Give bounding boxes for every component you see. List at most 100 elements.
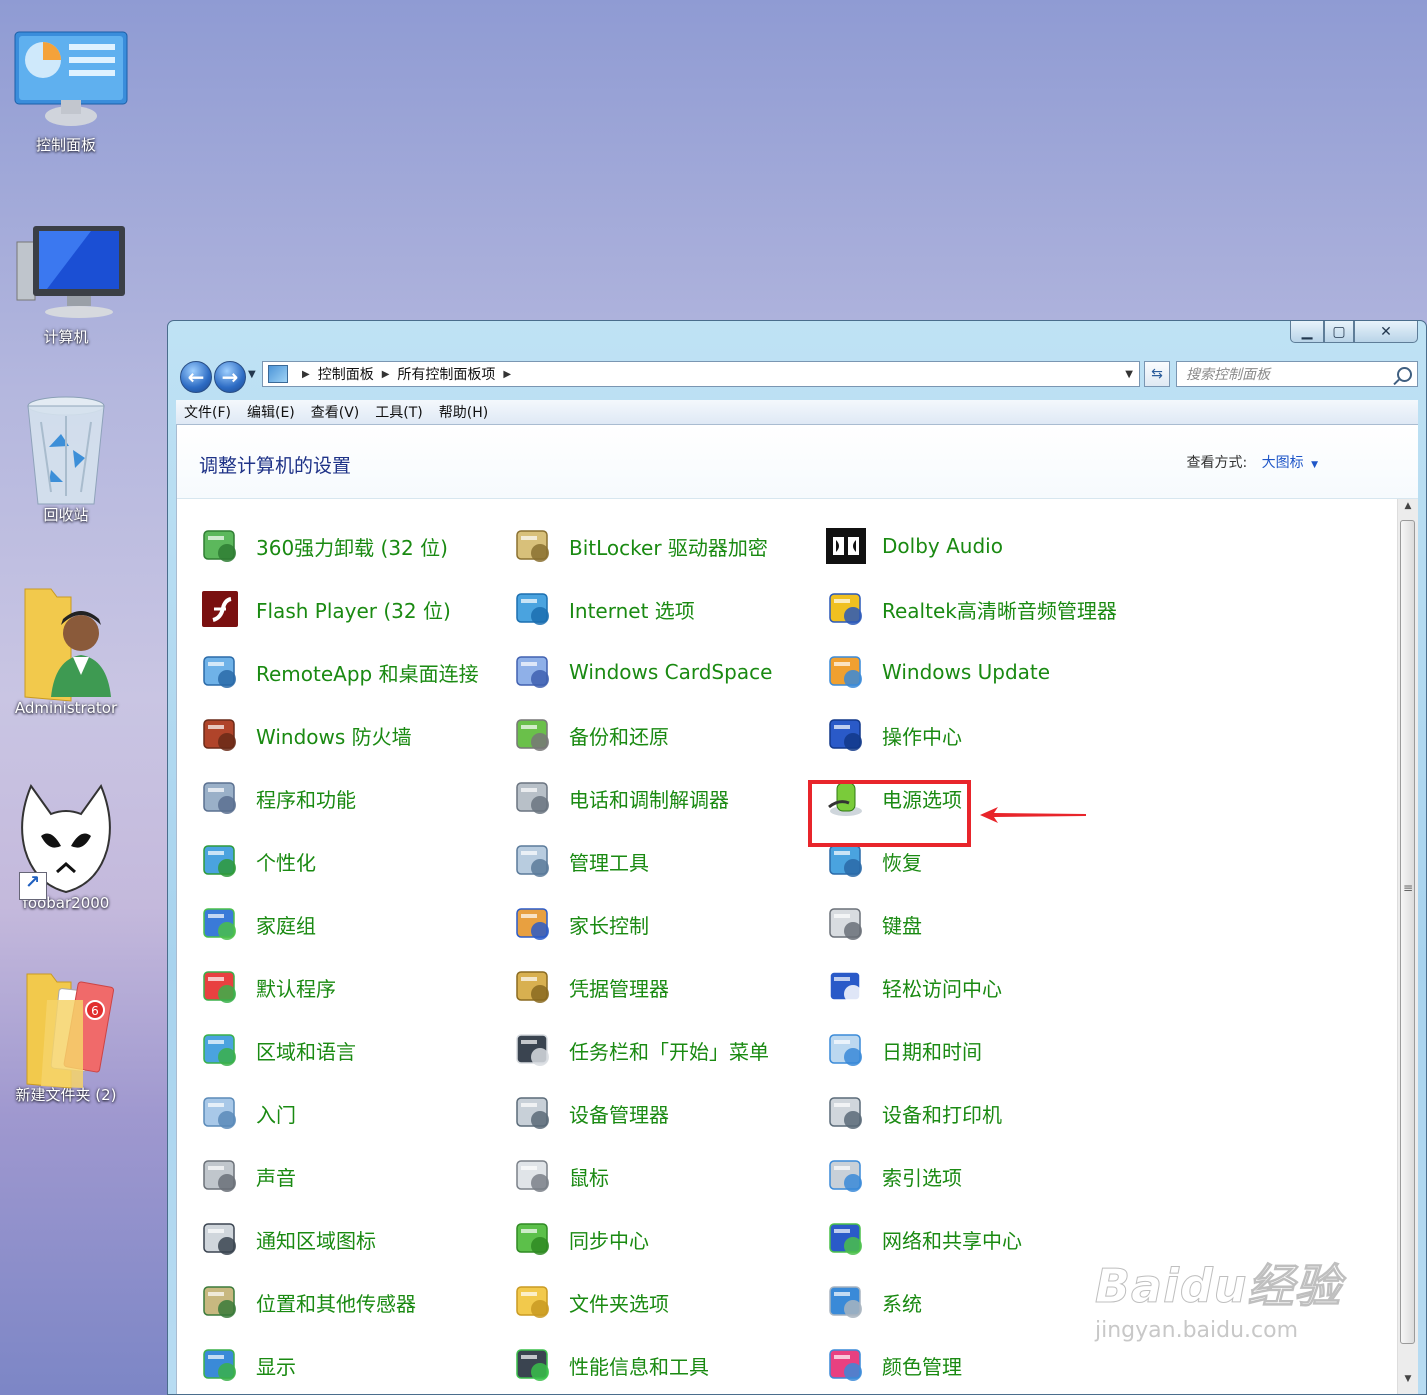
breadcrumb-all-items[interactable]: 所有控制面板项 bbox=[397, 364, 495, 384]
vertical-scrollbar[interactable]: ▲ ▼ bbox=[1397, 499, 1418, 1394]
control-panel-item[interactable]: Windows Update bbox=[825, 651, 1050, 693]
control-panel-item[interactable]: Realtek高清晰音频管理器 bbox=[825, 588, 1117, 630]
control-panel-item[interactable]: 个性化 bbox=[199, 840, 316, 882]
item-label[interactable]: 区域和语言 bbox=[256, 1036, 356, 1065]
control-panel-item[interactable]: 鼠标 bbox=[512, 1155, 609, 1197]
desktop-icon-administrator[interactable]: Administrator bbox=[0, 585, 132, 717]
back-button[interactable]: ← bbox=[180, 361, 212, 393]
control-panel-item[interactable]: 键盘 bbox=[825, 903, 922, 945]
item-label[interactable]: 管理工具 bbox=[569, 847, 649, 876]
menu-file[interactable]: 文件(F) bbox=[176, 402, 239, 422]
item-label[interactable]: 程序和功能 bbox=[256, 784, 356, 813]
control-panel-item[interactable]: 入门 bbox=[199, 1092, 296, 1134]
control-panel-item[interactable]: 声音 bbox=[199, 1155, 296, 1197]
control-panel-item[interactable]: 颜色管理 bbox=[825, 1344, 962, 1386]
control-panel-item[interactable]: RemoteApp 和桌面连接 bbox=[199, 651, 479, 693]
item-label[interactable]: 家庭组 bbox=[256, 910, 316, 939]
address-bar[interactable]: ▶ 控制面板 ▶ 所有控制面板项 ▶ ▼ bbox=[262, 361, 1140, 387]
view-by-dropdown[interactable]: 大图标 bbox=[1262, 455, 1304, 471]
item-label[interactable]: 入门 bbox=[256, 1099, 296, 1128]
item-label[interactable]: RemoteApp 和桌面连接 bbox=[256, 658, 479, 687]
control-panel-item[interactable]: 家庭组 bbox=[199, 903, 316, 945]
control-panel-item[interactable]: 显示 bbox=[199, 1344, 296, 1386]
control-panel-item[interactable]: 任务栏和「开始」菜单 bbox=[512, 1029, 769, 1071]
item-label[interactable]: 家长控制 bbox=[569, 910, 649, 939]
maximize-button[interactable]: ▢ bbox=[1324, 321, 1354, 343]
item-label[interactable]: Flash Player (32 位) bbox=[256, 595, 451, 624]
control-panel-item[interactable]: 同步中心 bbox=[512, 1218, 649, 1260]
breadcrumb-control-panel[interactable]: 控制面板 bbox=[318, 364, 374, 384]
item-label[interactable]: Internet 选项 bbox=[569, 595, 695, 624]
menu-tools[interactable]: 工具(T) bbox=[367, 402, 430, 422]
address-dropdown-icon[interactable]: ▼ bbox=[1125, 369, 1133, 380]
control-panel-item[interactable]: 程序和功能 bbox=[199, 777, 356, 819]
item-label[interactable]: Realtek高清晰音频管理器 bbox=[882, 595, 1117, 624]
control-panel-item[interactable]: Dolby Audio bbox=[825, 525, 1003, 567]
forward-button[interactable]: → bbox=[214, 361, 246, 393]
item-label[interactable]: 位置和其他传感器 bbox=[256, 1288, 416, 1317]
menu-edit[interactable]: 编辑(E) bbox=[239, 402, 303, 422]
desktop-icon-computer[interactable]: 计算机 bbox=[0, 222, 132, 347]
control-panel-item[interactable]: 操作中心 bbox=[825, 714, 962, 756]
item-label[interactable]: BitLocker 驱动器加密 bbox=[569, 532, 768, 561]
control-panel-item[interactable]: Windows 防火墙 bbox=[199, 714, 412, 756]
item-label[interactable]: 默认程序 bbox=[256, 973, 336, 1002]
control-panel-item[interactable]: 通知区域图标 bbox=[199, 1218, 376, 1260]
item-label[interactable]: 键盘 bbox=[882, 910, 922, 939]
item-label[interactable]: 电话和调制解调器 bbox=[569, 784, 729, 813]
item-label[interactable]: 性能信息和工具 bbox=[569, 1351, 709, 1380]
item-label[interactable]: 设备和打印机 bbox=[882, 1099, 1002, 1128]
control-panel-item[interactable]: 位置和其他传感器 bbox=[199, 1281, 416, 1323]
item-label[interactable]: 声音 bbox=[256, 1162, 296, 1191]
control-panel-item[interactable]: 凭据管理器 bbox=[512, 966, 669, 1008]
item-label[interactable]: 操作中心 bbox=[882, 721, 962, 750]
item-label[interactable]: 360强力卸载 (32 位) bbox=[256, 532, 448, 561]
item-label[interactable]: 网络和共享中心 bbox=[882, 1225, 1022, 1254]
control-panel-item[interactable]: Flash Player (32 位) bbox=[199, 588, 451, 630]
close-button[interactable]: ✕ bbox=[1354, 321, 1418, 343]
control-panel-item[interactable]: 区域和语言 bbox=[199, 1029, 356, 1071]
control-panel-item[interactable]: 性能信息和工具 bbox=[512, 1344, 709, 1386]
item-label[interactable]: 颜色管理 bbox=[882, 1351, 962, 1380]
item-label[interactable]: 凭据管理器 bbox=[569, 973, 669, 1002]
item-label[interactable]: 鼠标 bbox=[569, 1162, 609, 1191]
desktop-icon-recycle-bin[interactable]: 回收站 bbox=[0, 392, 132, 525]
item-label[interactable]: 任务栏和「开始」菜单 bbox=[569, 1036, 769, 1065]
item-label[interactable]: 备份和还原 bbox=[569, 721, 669, 750]
control-panel-item[interactable]: 轻松访问中心 bbox=[825, 966, 1002, 1008]
minimize-button[interactable]: ▁ bbox=[1290, 321, 1324, 343]
item-label[interactable]: 同步中心 bbox=[569, 1225, 649, 1254]
item-label[interactable]: 个性化 bbox=[256, 847, 316, 876]
item-label[interactable]: Windows CardSpace bbox=[569, 660, 772, 684]
control-panel-item[interactable]: 管理工具 bbox=[512, 840, 649, 882]
scroll-thumb[interactable] bbox=[1400, 520, 1415, 1344]
refresh-button[interactable]: ⇆ bbox=[1144, 361, 1170, 387]
control-panel-item[interactable]: 文件夹选项 bbox=[512, 1281, 669, 1323]
breadcrumb-chevron-icon[interactable]: ▶ bbox=[503, 369, 511, 380]
item-label[interactable]: Dolby Audio bbox=[882, 534, 1003, 558]
menu-help[interactable]: 帮助(H) bbox=[431, 402, 496, 422]
scroll-down-button[interactable]: ▼ bbox=[1398, 1374, 1418, 1392]
control-panel-item[interactable]: 日期和时间 bbox=[825, 1029, 982, 1071]
breadcrumb-chevron-icon[interactable]: ▶ bbox=[382, 369, 390, 380]
control-panel-item[interactable]: Internet 选项 bbox=[512, 588, 695, 630]
item-label[interactable]: 通知区域图标 bbox=[256, 1225, 376, 1254]
desktop-icon-control-panel[interactable]: 控制面板 bbox=[0, 30, 132, 155]
item-label[interactable]: 索引选项 bbox=[882, 1162, 962, 1191]
control-panel-item[interactable]: 系统 bbox=[825, 1281, 922, 1323]
control-panel-item[interactable]: 索引选项 bbox=[825, 1155, 962, 1197]
control-panel-item[interactable]: 设备管理器 bbox=[512, 1092, 669, 1134]
menu-view[interactable]: 查看(V) bbox=[303, 402, 368, 422]
control-panel-item[interactable]: Windows CardSpace bbox=[512, 651, 772, 693]
breadcrumb-chevron-icon[interactable]: ▶ bbox=[302, 369, 310, 380]
item-label[interactable]: Windows Update bbox=[882, 660, 1050, 684]
desktop-icon-foobar2000[interactable]: foobar2000 bbox=[0, 780, 132, 912]
control-panel-item[interactable]: 备份和还原 bbox=[512, 714, 669, 756]
search-icon[interactable] bbox=[1397, 366, 1412, 382]
control-panel-item[interactable]: 家长控制 bbox=[512, 903, 649, 945]
control-panel-item[interactable]: 网络和共享中心 bbox=[825, 1218, 1022, 1260]
control-panel-item[interactable]: 360强力卸载 (32 位) bbox=[199, 525, 448, 567]
control-panel-item[interactable]: 默认程序 bbox=[199, 966, 336, 1008]
item-label[interactable]: 文件夹选项 bbox=[569, 1288, 669, 1317]
control-panel-item[interactable]: 电话和调制解调器 bbox=[512, 777, 729, 819]
